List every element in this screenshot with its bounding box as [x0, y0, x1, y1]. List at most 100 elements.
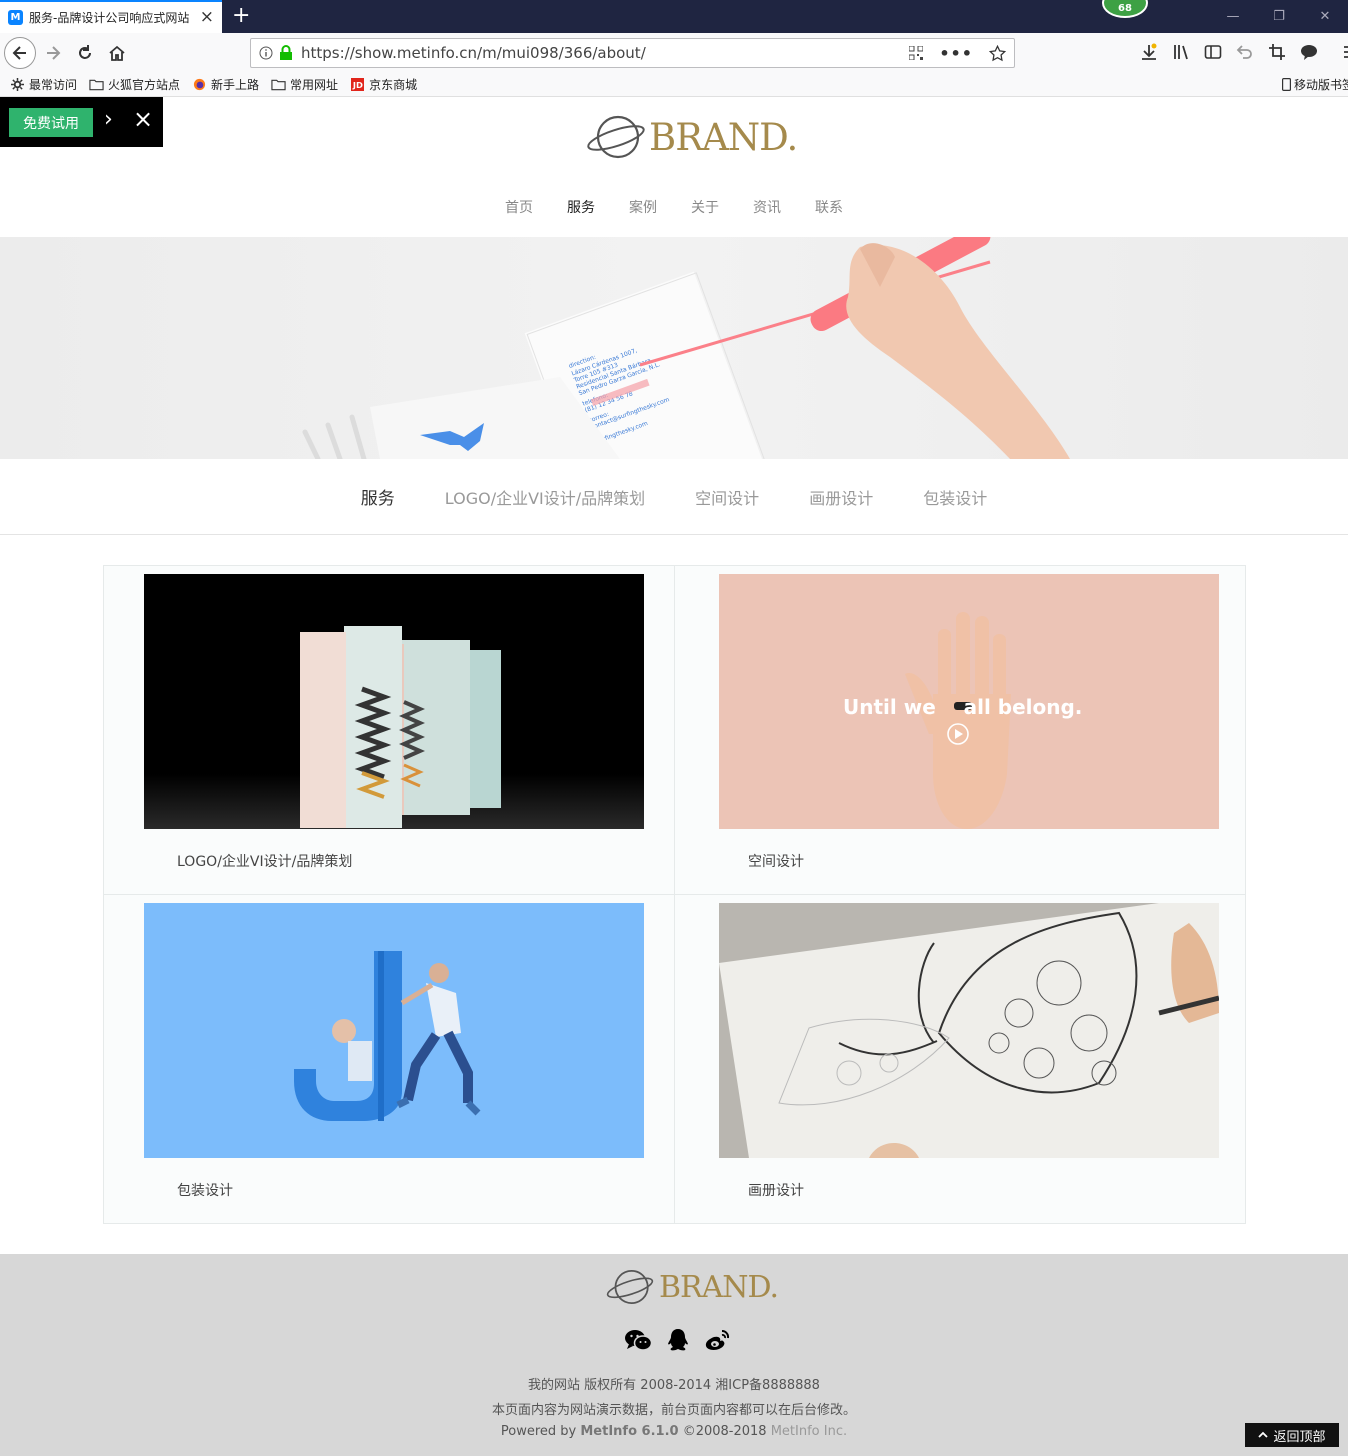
forward-arrow-icon [47, 46, 61, 60]
close-icon[interactable]: × [133, 105, 153, 133]
footer-powered: Powered by MetInfo 6.1.0 ©2008-2018 MetI… [0, 1424, 1348, 1439]
footer-notice: 本页面内容为网站演示数据，前台页面内容都可以在后台修改。 [491, 1403, 856, 1418]
web-page: 免费试用 › × BRAND. 首页 服务 案例 关于 资讯 联系 direct… [0, 97, 1348, 1456]
close-window-icon[interactable]: ✕ [1302, 0, 1348, 33]
bookmark-mobile[interactable]: 移动版书签 [1282, 76, 1348, 93]
subnav-logo-vi[interactable]: LOGO/企业VI设计/品牌策划 [445, 485, 645, 509]
jd-icon: JD [351, 78, 365, 91]
gear-icon [11, 78, 24, 91]
service-card[interactable]: 包装设计 [104, 895, 675, 1224]
bookmark-most-visited[interactable]: 最常访问 [10, 76, 77, 93]
service-label[interactable]: 包装设计 [177, 1180, 233, 1200]
nav-home[interactable]: 首页 [488, 197, 550, 217]
metinfo-company-link[interactable]: MetInfo Inc. [771, 1424, 847, 1439]
nav-about[interactable]: 关于 [674, 197, 736, 217]
footer-logo-text: BRAND. [659, 1269, 779, 1305]
tab-close-icon[interactable]: × [200, 9, 214, 26]
planet-logo-icon [606, 1269, 654, 1305]
qq-icon[interactable] [666, 1328, 690, 1352]
nav-cases[interactable]: 案例 [612, 197, 674, 217]
back-arrow-icon [12, 46, 26, 60]
chevron-right-icon[interactable]: › [104, 107, 113, 132]
window-controls: — ❐ ✕ [1210, 0, 1348, 33]
metinfo-link[interactable]: MetInfo 6.1.0 [580, 1424, 678, 1439]
url-text[interactable]: https://show.metinfo.cn/m/mui098/366/abo… [301, 44, 909, 62]
reload-icon [79, 45, 91, 59]
bookmark-star-icon[interactable] [989, 44, 1006, 62]
forward-button[interactable] [38, 39, 68, 67]
lock-icon [280, 45, 292, 60]
back-to-top-button[interactable]: 返回顶部 [1245, 1423, 1339, 1447]
notification-badge[interactable]: 68 [1102, 0, 1148, 18]
sub-nav: 服务 LOGO/企业VI设计/品牌策划 空间设计 画册设计 包装设计 [0, 459, 1348, 535]
main-nav: 首页 服务 案例 关于 资讯 联系 [0, 197, 1348, 217]
trial-bar: 免费试用 › × [0, 97, 163, 147]
powered-by-text: Powered by [500, 1424, 577, 1439]
brand-logo-text: BRAND. [649, 115, 798, 159]
mobile-icon [1282, 78, 1291, 91]
info-icon[interactable] [259, 46, 273, 60]
back-button[interactable] [4, 37, 36, 69]
toolbar-right [1140, 43, 1348, 61]
minimize-icon[interactable]: — [1210, 0, 1256, 33]
service-card[interactable]: LOGO/企业VI设计/品牌策划 [104, 566, 675, 895]
chat-icon[interactable] [1300, 43, 1318, 61]
crop-icon[interactable] [1268, 43, 1286, 61]
weibo-icon[interactable] [704, 1328, 730, 1352]
restore-icon[interactable]: ❐ [1256, 0, 1302, 33]
subnav-brochure-design[interactable]: 画册设计 [809, 485, 873, 509]
back-to-top-label: 返回顶部 [1273, 1429, 1326, 1445]
download-icon[interactable] [1140, 43, 1158, 61]
free-trial-button[interactable]: 免费试用 [9, 108, 93, 137]
brand-logo[interactable]: BRAND. [585, 111, 798, 163]
folder-icon [89, 79, 104, 91]
bookmark-firefox-site[interactable]: 火狐官方站点 [89, 76, 180, 93]
nav-news[interactable]: 资讯 [736, 197, 798, 217]
page-actions-icon[interactable]: ••• [939, 44, 973, 63]
home-button[interactable] [102, 39, 132, 67]
browser-toolbar: https://show.metinfo.cn/m/mui098/366/abo… [0, 33, 1348, 73]
banner-image: direction: Lázaro Cárdenas 1007, Torre 1… [302, 237, 1070, 459]
undo-icon[interactable] [1236, 43, 1254, 61]
service-label[interactable]: 画册设计 [748, 1180, 804, 1200]
bookmark-getting-started[interactable]: 新手上路 [192, 76, 259, 93]
service-card[interactable]: Until we all belong. 空间设计 [675, 566, 1246, 895]
home-icon [109, 45, 125, 61]
footer-copyright: 我的网站 版权所有 2008-2014 湘ICP备8888888 [528, 1378, 820, 1393]
service-thumbnail[interactable] [144, 574, 644, 829]
site-favicon-icon: M [8, 10, 23, 25]
footer-logo[interactable]: BRAND. [603, 1266, 779, 1308]
service-card[interactable]: 画册设计 [675, 895, 1246, 1224]
new-tab-icon[interactable]: + [232, 3, 250, 28]
qr-code-icon[interactable] [909, 46, 924, 60]
chevron-up-icon [1258, 1431, 1269, 1438]
service-thumbnail[interactable]: Until we all belong. [719, 574, 1219, 829]
service-label[interactable]: 空间设计 [748, 851, 804, 871]
service-thumbnail[interactable] [719, 903, 1219, 1158]
browser-tab[interactable]: M 服务-品牌设计公司响应式网站 × [0, 0, 222, 33]
menu-icon[interactable] [1342, 43, 1348, 61]
social-links [624, 1328, 730, 1352]
hero-banner: direction: Lázaro Cárdenas 1007, Torre 1… [0, 237, 1348, 459]
subnav-package-design[interactable]: 包装设计 [923, 485, 987, 509]
svg-text:JD: JD [352, 80, 363, 90]
reload-button[interactable] [70, 39, 100, 67]
subnav-services[interactable]: 服务 [361, 484, 395, 509]
sidebar-icon[interactable] [1204, 43, 1222, 61]
nav-contact[interactable]: 联系 [798, 197, 860, 217]
services-grid: LOGO/企业VI设计/品牌策划 Until we all belong. 空间… [103, 565, 1246, 1224]
subnav-space-design[interactable]: 空间设计 [695, 485, 759, 509]
bookmark-jd[interactable]: JD 京东商城 [350, 76, 417, 93]
service-label[interactable]: LOGO/企业VI设计/品牌策划 [177, 851, 352, 871]
nav-services[interactable]: 服务 [550, 197, 612, 217]
wechat-icon[interactable] [624, 1328, 652, 1352]
bookmark-common-sites[interactable]: 常用网址 [271, 76, 338, 93]
firefox-icon [193, 78, 206, 91]
library-icon[interactable] [1172, 43, 1190, 61]
browser-titlebar: M 服务-品牌设计公司响应式网站 × + 68 — ❐ ✕ [0, 0, 1348, 33]
planet-logo-icon [587, 115, 645, 159]
video-overlay-text: Until we all belong. [843, 695, 1082, 719]
address-bar[interactable]: https://show.metinfo.cn/m/mui098/366/abo… [250, 38, 1015, 68]
service-thumbnail[interactable] [144, 903, 644, 1158]
powered-years: ©2008-2018 [682, 1424, 767, 1439]
